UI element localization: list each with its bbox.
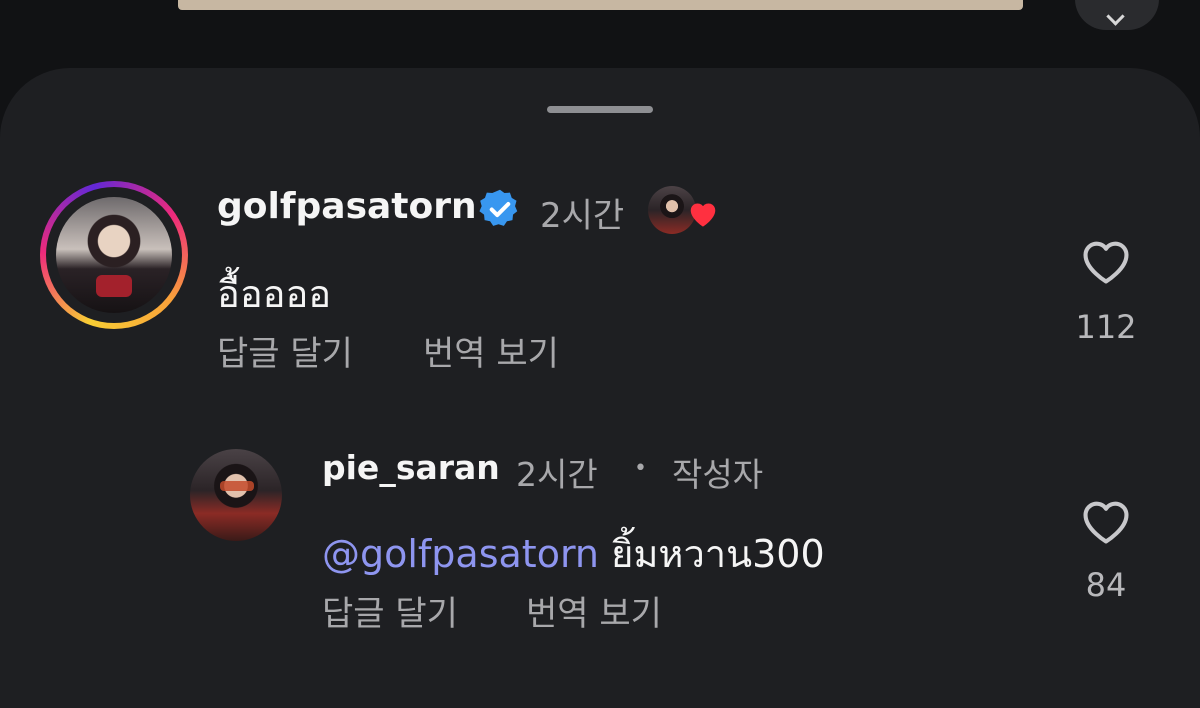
chevron-down-icon xyxy=(1106,7,1125,26)
heart-outline-icon[interactable] xyxy=(1078,496,1134,546)
comment-text: อื้ออออ xyxy=(217,272,332,316)
see-translation-button[interactable]: 번역 보기 xyxy=(526,586,662,635)
see-translation-button[interactable]: 번역 보기 xyxy=(423,326,559,375)
reply-button[interactable]: 답글 달기 xyxy=(217,326,353,375)
comments-sheet: golfpasatorn 2시간 อื้ออออ 답글 달기 번역 보기 112… xyxy=(0,68,1200,708)
story-avatar-ring[interactable] xyxy=(40,181,188,329)
reply-like-count: 84 xyxy=(1085,566,1127,604)
avatar xyxy=(56,197,172,313)
sheet-drag-handle[interactable] xyxy=(547,106,653,113)
post-media-preview[interactable] xyxy=(178,0,1023,10)
heart-outline-icon[interactable] xyxy=(1078,236,1134,286)
reply-time: 2시간 xyxy=(516,455,598,494)
verified-badge-icon xyxy=(479,189,518,226)
mention-link[interactable]: @golfpasatorn xyxy=(322,532,599,576)
comment-username[interactable]: golfpasatorn xyxy=(217,186,477,227)
avatar[interactable] xyxy=(190,449,282,541)
reply-username[interactable]: pie_saran xyxy=(322,448,500,487)
separator-dot: • xyxy=(634,456,647,481)
collapse-button[interactable] xyxy=(1075,0,1159,30)
reply-text: @golfpasatorn ยิ้มหวาน300 xyxy=(322,523,825,584)
reaction-heart-icon xyxy=(690,203,716,227)
reply-message: ยิ้มหวาน300 xyxy=(611,532,825,576)
comment-like-count: 112 xyxy=(1075,308,1137,346)
reply-button[interactable]: 답글 달기 xyxy=(322,586,458,635)
author-badge: 작성자 xyxy=(672,455,764,494)
comment-time: 2시간 xyxy=(540,196,625,236)
